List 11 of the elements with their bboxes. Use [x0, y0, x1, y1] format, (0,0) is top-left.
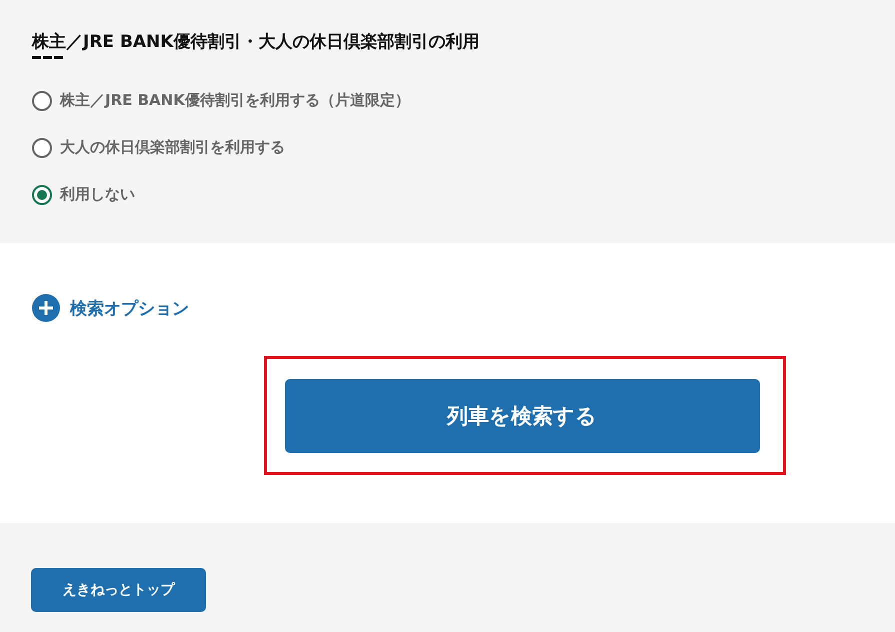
title-underline — [32, 56, 63, 59]
search-trains-button[interactable]: 列車を検索する — [284, 378, 760, 452]
radio-label[interactable]: 大人の休日倶楽部割引を利用する — [60, 138, 285, 157]
section-title: 株主／JRE BANK優待割引・大人の休日倶楽部割引の利用 — [32, 31, 480, 54]
radio-button[interactable] — [32, 184, 52, 204]
radio-button[interactable] — [32, 90, 52, 110]
radio-label[interactable]: 利用しない — [60, 185, 135, 204]
top-page-button[interactable]: えきねっとトップ — [31, 568, 206, 612]
search-options-toggle[interactable]: 検索オプション — [32, 294, 189, 322]
radio-button[interactable] — [32, 138, 52, 158]
radio-label[interactable]: 株主／JRE BANK優待割引を利用する（片道限定） — [60, 91, 410, 110]
